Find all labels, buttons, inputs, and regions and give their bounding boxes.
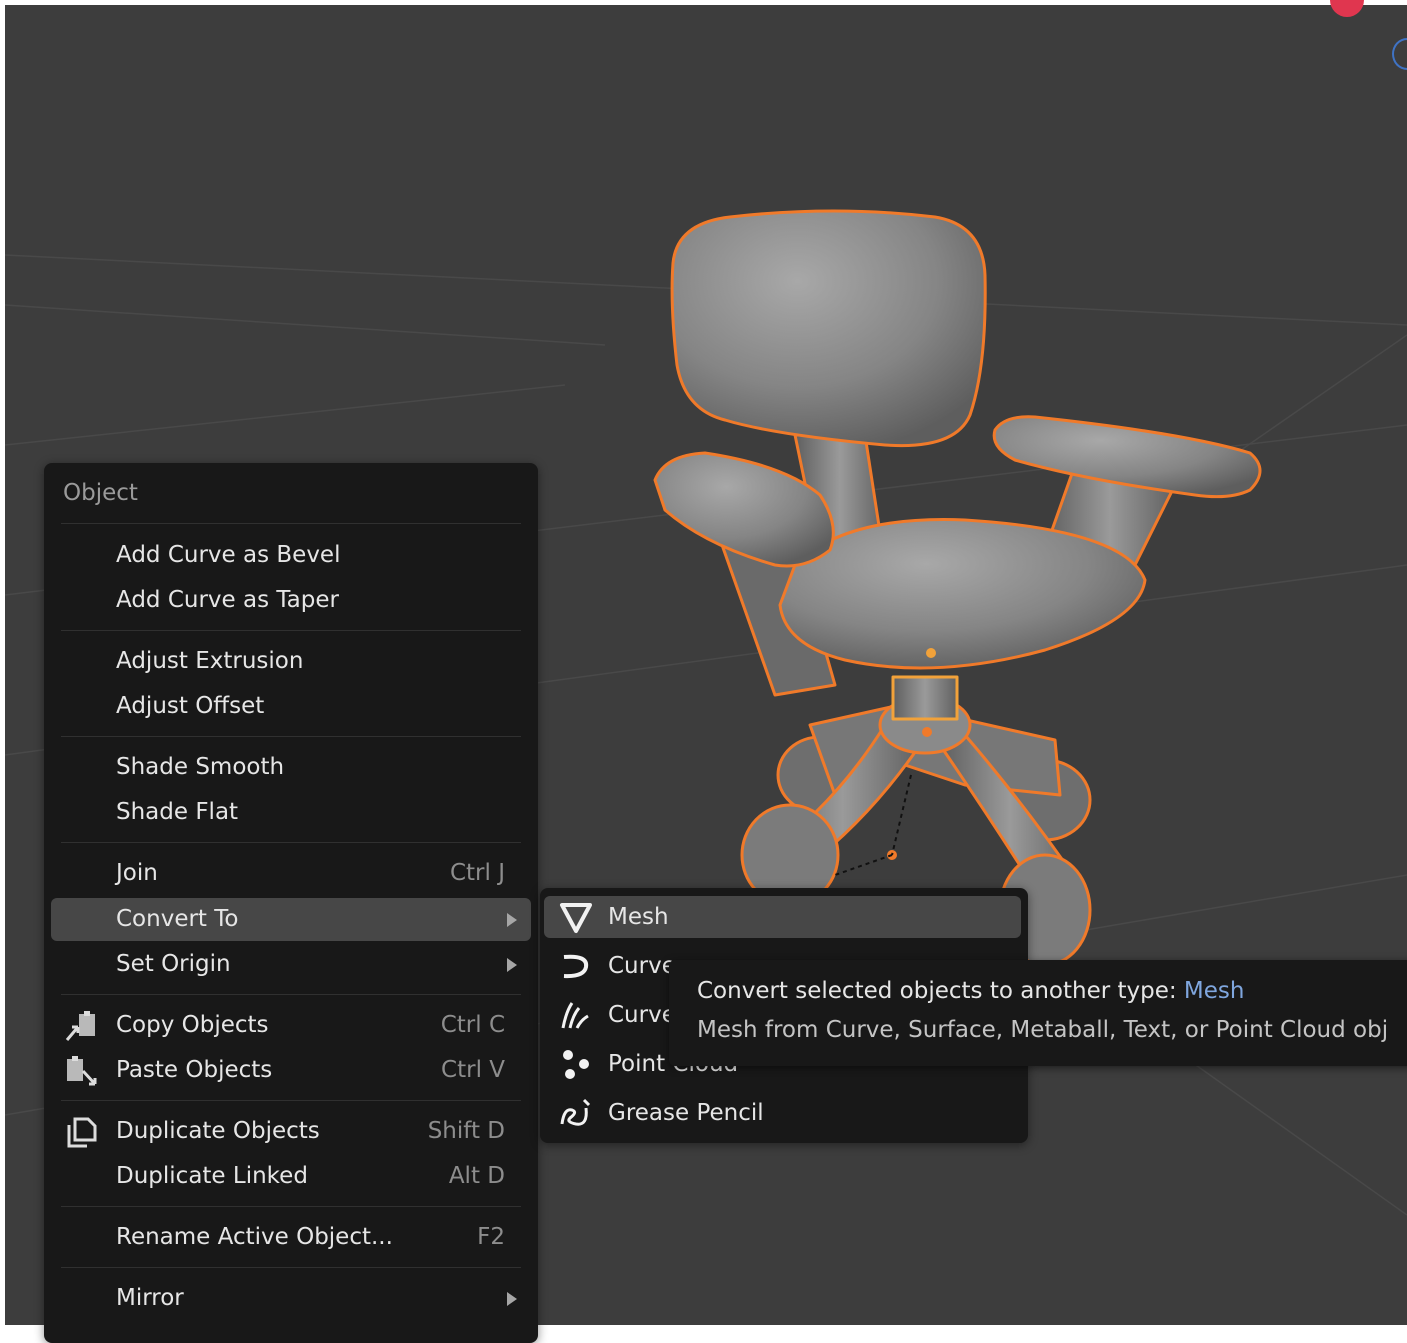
menu-item-rename-active-object[interactable]: Rename Active Object... F2 (51, 1216, 531, 1259)
submenu-arrow-icon (507, 958, 517, 972)
menu-item-label: Add Curve as Bevel (116, 542, 341, 568)
menu-item-label: Set Origin (116, 951, 231, 977)
menu-item-label: Mirror (116, 1285, 184, 1311)
tooltip-title: Convert selected objects to another type… (697, 978, 1244, 1004)
menu-item-label: Shade Smooth (116, 754, 285, 780)
menu-separator (61, 1100, 521, 1101)
menu-item-label: Rename Active Object... (116, 1224, 393, 1250)
menu-item-copy-objects[interactable]: Copy Objects Ctrl C (51, 1004, 531, 1047)
submenu-item-label: Curve (608, 953, 676, 979)
menu-separator (61, 630, 521, 631)
chair-model (653, 209, 1262, 967)
duplicate-icon (67, 1117, 97, 1148)
point-cloud-icon (563, 1050, 589, 1079)
menu-item-shade-flat[interactable]: Shade Flat (51, 791, 531, 834)
curve-icon (563, 954, 589, 979)
menu-separator (61, 1267, 521, 1268)
menu-item-adjust-offset[interactable]: Adjust Offset (51, 685, 531, 728)
menu-item-shortcut: Shift D (427, 1118, 505, 1144)
menu-item-shortcut: Ctrl C (440, 1012, 505, 1038)
menu-item-add-curve-as-taper[interactable]: Add Curve as Taper (51, 579, 531, 622)
object-context-menu: Object Add Curve as Bevel Add Curve as T… (44, 463, 538, 1343)
menu-item-shortcut: Alt D (448, 1163, 505, 1189)
menu-item-label: Convert To (116, 906, 239, 932)
menu-item-convert-to[interactable]: Convert To (51, 898, 531, 941)
menu-item-label: Duplicate Objects (116, 1118, 320, 1144)
submenu-item-grease-pencil[interactable]: Grease Pencil (544, 1092, 1021, 1134)
menu-item-label: Shade Flat (116, 799, 239, 825)
submenu-item-label: Grease Pencil (608, 1100, 764, 1126)
menu-item-label: Copy Objects (116, 1012, 269, 1038)
menu-item-shade-smooth[interactable]: Shade Smooth (51, 746, 531, 789)
grease-pencil-icon (560, 1098, 591, 1126)
submenu-arrow-icon (507, 913, 517, 927)
menu-item-join[interactable]: Join Ctrl J (51, 852, 531, 895)
menu-separator (61, 523, 521, 524)
menu-item-shortcut: F2 (477, 1224, 505, 1250)
menu-item-duplicate-objects[interactable]: Duplicate Objects Shift D (51, 1110, 531, 1153)
copy-icon (65, 1011, 95, 1041)
menu-item-label: Add Curve as Taper (116, 587, 339, 613)
curves-icon (561, 1002, 589, 1029)
menu-item-adjust-extrusion[interactable]: Adjust Extrusion (51, 640, 531, 683)
menu-item-shortcut: Ctrl J (449, 860, 505, 886)
menu-item-paste-objects[interactable]: Paste Objects Ctrl V (51, 1049, 531, 1092)
tooltip-description: Mesh from Curve, Surface, Metaball, Text… (697, 1017, 1389, 1043)
menu-separator (61, 842, 521, 843)
menu-item-mirror[interactable]: Mirror (51, 1277, 531, 1320)
menu-item-label: Duplicate Linked (116, 1163, 308, 1189)
menu-item-add-curve-as-bevel[interactable]: Add Curve as Bevel (51, 534, 531, 577)
tooltip-title-highlight: Mesh (1183, 978, 1245, 1004)
menu-item-label: Adjust Offset (116, 693, 265, 719)
menu-item-label: Join (116, 860, 158, 886)
submenu-item-label: Mesh (608, 904, 669, 930)
menu-item-shortcut: Ctrl V (441, 1057, 505, 1083)
paste-icon (67, 1056, 97, 1086)
menu-item-label: Paste Objects (116, 1057, 273, 1083)
submenu-item-mesh[interactable]: Mesh (544, 896, 1021, 938)
menu-item-set-origin[interactable]: Set Origin (51, 943, 531, 986)
menu-separator (61, 994, 521, 995)
mesh-icon (560, 903, 592, 933)
menu-separator (61, 736, 521, 737)
menu-separator (61, 1206, 521, 1207)
menu-title: Object (63, 480, 138, 506)
menu-item-label: Adjust Extrusion (116, 648, 304, 674)
tooltip-title-prefix: Convert selected objects to another type… (697, 978, 1184, 1004)
submenu-arrow-icon (507, 1292, 517, 1306)
menu-item-duplicate-linked[interactable]: Duplicate Linked Alt D (51, 1155, 531, 1198)
convert-mesh-tooltip: Convert selected objects to another type… (669, 960, 1407, 1066)
